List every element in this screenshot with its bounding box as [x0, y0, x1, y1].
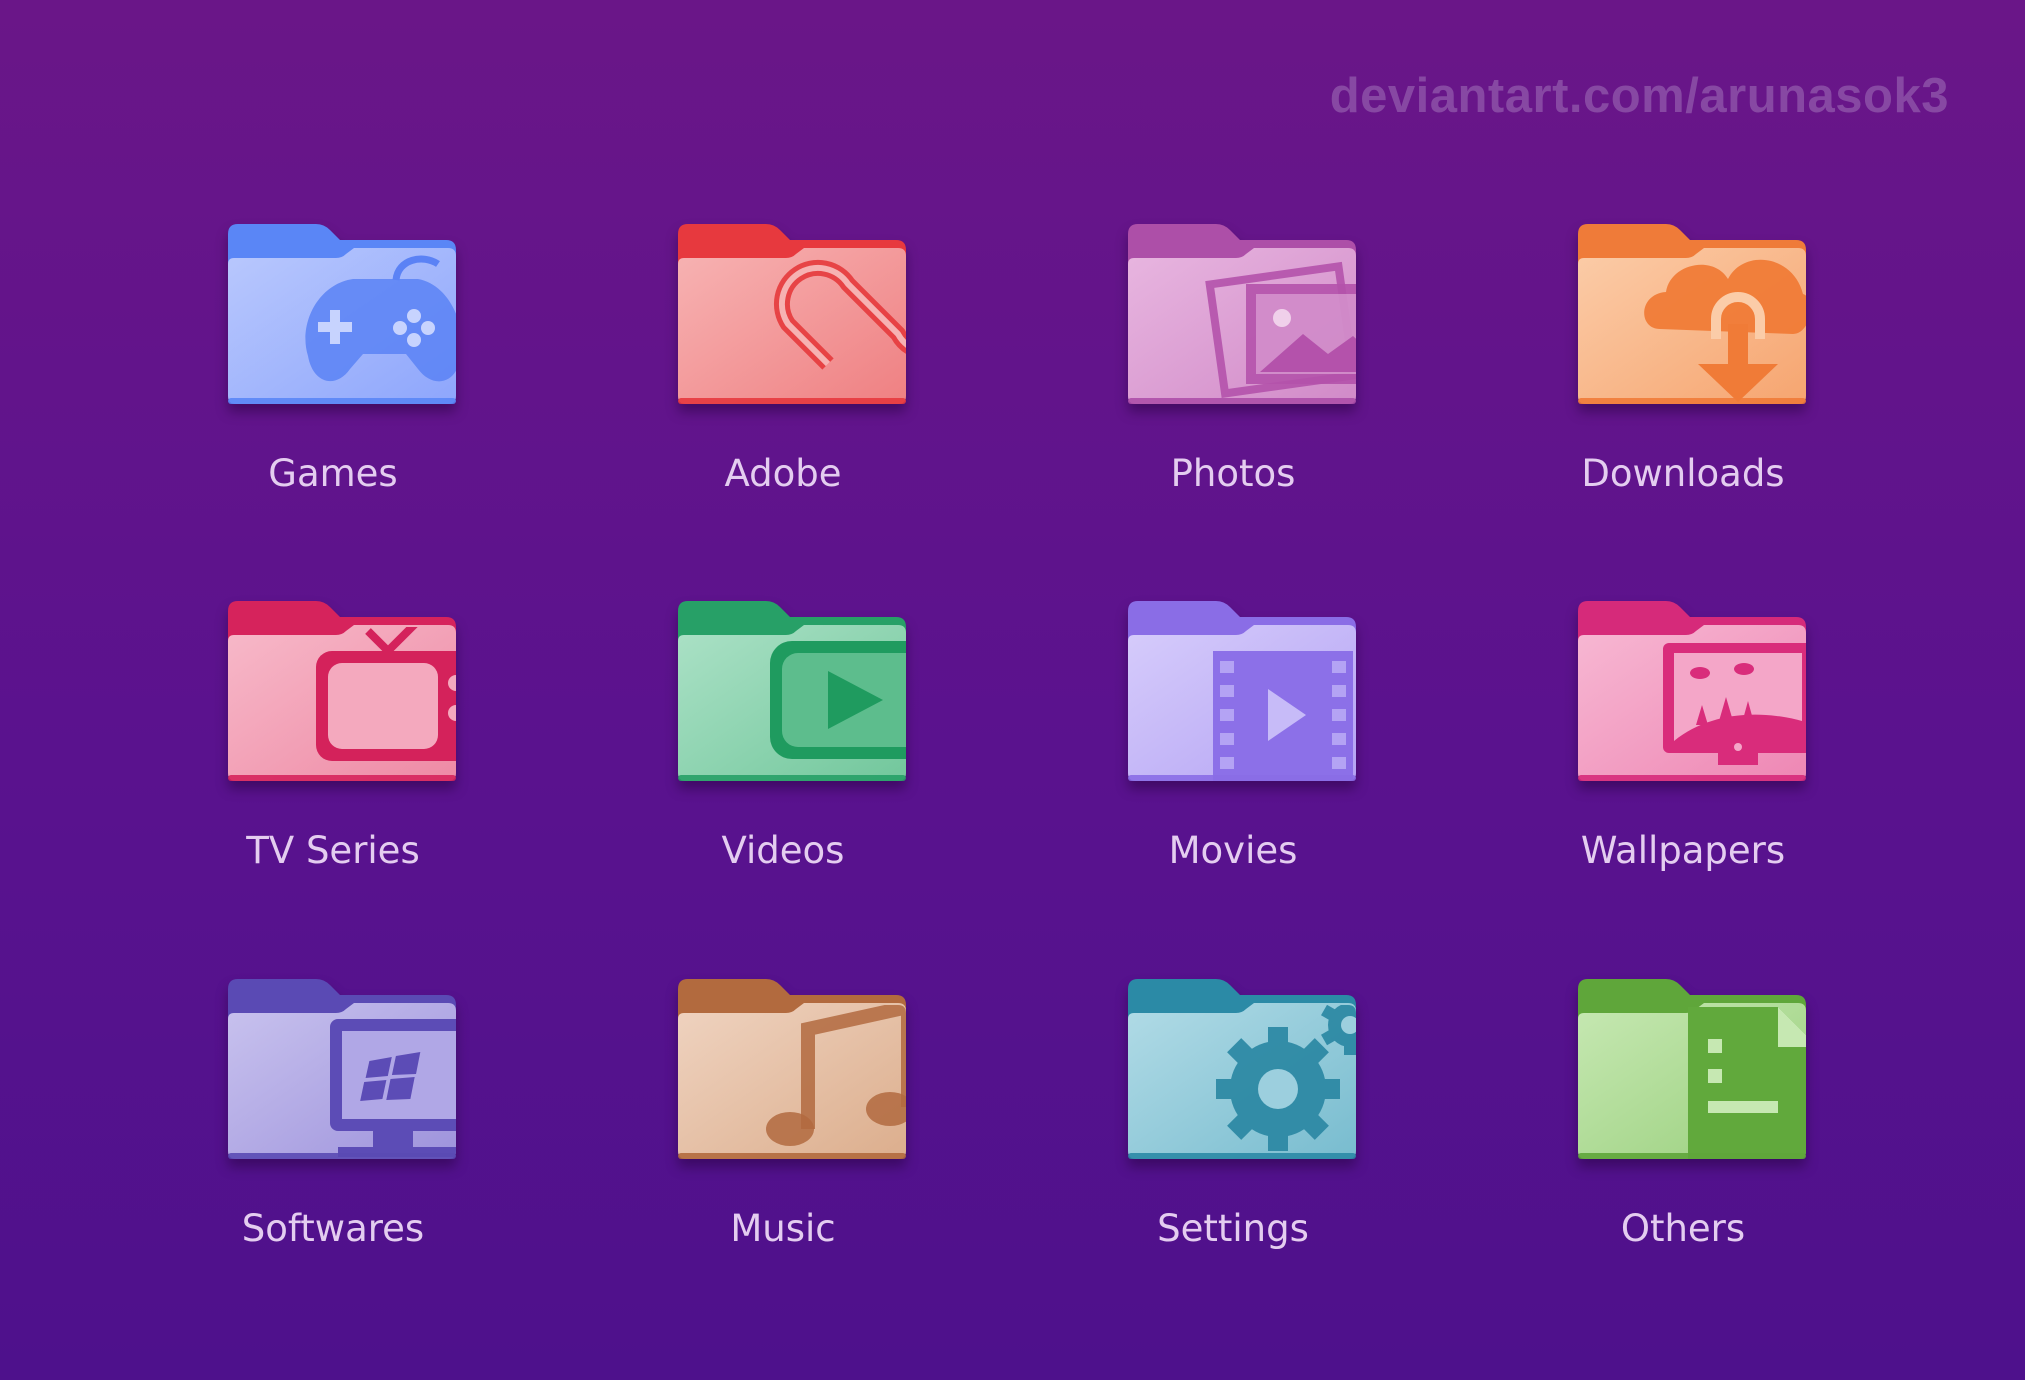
folder-photos[interactable]: Photos — [1068, 224, 1398, 544]
folder-label: Movies — [1168, 829, 1298, 872]
folder-videos[interactable]: Videos — [618, 601, 948, 921]
folder-wallpapers[interactable]: Wallpapers — [1518, 601, 1848, 921]
creative-cloud-icon — [678, 224, 906, 404]
folder-tv-series[interactable]: TV Series — [168, 601, 498, 921]
folder-label: Adobe — [724, 452, 842, 495]
document-icon — [1578, 979, 1806, 1159]
film-strip-icon — [1128, 601, 1356, 781]
landscape-monitor-icon — [1578, 601, 1806, 781]
folder-label: Others — [1620, 1207, 1746, 1250]
folder-softwares[interactable]: Softwares — [168, 979, 498, 1299]
folder-label: Videos — [721, 829, 845, 872]
folder-games[interactable]: Games — [168, 224, 498, 544]
gear-icon — [1128, 979, 1356, 1159]
gamepad-icon — [228, 224, 456, 404]
folder-downloads[interactable]: Downloads — [1518, 224, 1848, 544]
folder-settings[interactable]: Settings — [1068, 979, 1398, 1299]
windows-monitor-icon — [228, 979, 456, 1159]
folder-label: Music — [730, 1207, 836, 1250]
folder-others[interactable]: Others — [1518, 979, 1848, 1299]
folder-movies[interactable]: Movies — [1068, 601, 1398, 921]
folder-label: Downloads — [1581, 452, 1785, 495]
folder-adobe[interactable]: Adobe — [618, 224, 948, 544]
photos-icon — [1128, 224, 1356, 404]
tv-icon — [228, 601, 456, 781]
folder-label: Photos — [1170, 452, 1296, 495]
folder-label: Wallpapers — [1580, 829, 1786, 872]
folder-label: Settings — [1157, 1207, 1309, 1250]
folder-label: Games — [268, 452, 398, 495]
folder-grid: Games Adobe Photos Downloads TV Series V… — [0, 0, 2025, 1380]
folder-music[interactable]: Music — [618, 979, 948, 1299]
cloud-download-icon — [1578, 224, 1806, 404]
folder-label: TV Series — [246, 829, 420, 872]
play-video-icon — [678, 601, 906, 781]
music-note-icon — [678, 979, 906, 1159]
folder-label: Softwares — [241, 1207, 425, 1250]
